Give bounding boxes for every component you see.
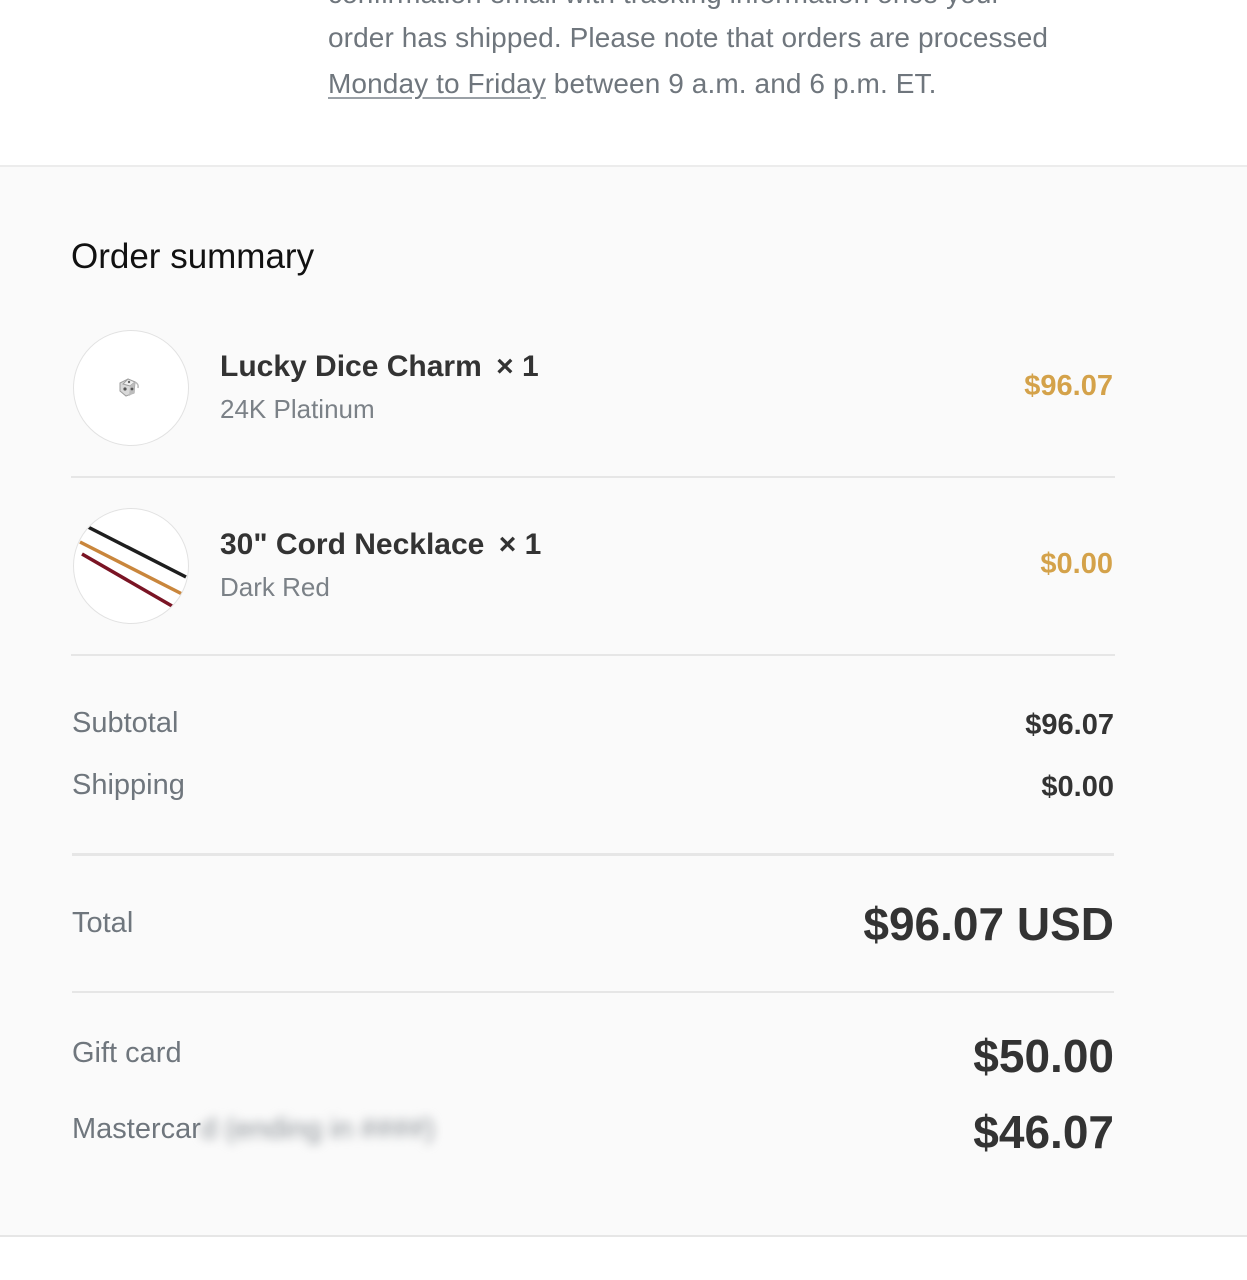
total-value: $96.07 USD	[863, 898, 1114, 950]
payment-row-gift-card: Gift card $50.00	[72, 1029, 1114, 1085]
page-footer-area	[0, 1237, 1247, 1280]
payment-method-label: Mastercard (ending in ####)	[72, 1113, 435, 1146]
payment-amount: $46.07	[973, 1106, 1114, 1158]
subtotal-row: Subtotal $96.07	[72, 705, 1114, 745]
business-days-link[interactable]: Monday to Friday	[328, 68, 546, 99]
divider	[72, 853, 1114, 856]
item-name: Lucky Dice Charm × 1	[220, 350, 539, 384]
note-line-hours: Monday to Friday between 9 a.m. and 6 p.…	[328, 68, 936, 100]
item-price: $0.00	[1040, 548, 1113, 580]
total-row: Total $96.07 USD	[72, 897, 1114, 957]
total-label: Total	[72, 907, 134, 939]
payment-row-mastercard: Mastercard (ending in ####) $46.07	[72, 1105, 1114, 1161]
note-line-partial: confirmation email with tracking informa…	[328, 0, 1001, 10]
item-name: 30" Cord Necklace × 1	[220, 528, 541, 562]
subtotal-value: $96.07	[1025, 709, 1114, 741]
dice-charm-image	[73, 330, 189, 446]
item-variant: 24K Platinum	[220, 394, 375, 424]
business-hours-text: between 9 a.m. and 6 p.m. ET.	[545, 68, 937, 99]
order-summary-title: Order summary	[71, 237, 315, 276]
cord-necklace-image	[73, 508, 189, 624]
card-brand-text: Mastercar	[72, 1113, 201, 1145]
item-variant: Dark Red	[220, 572, 330, 602]
item-quantity: × 1	[498, 528, 542, 561]
line-item: Lucky Dice Charm × 1 24K Platinum $96.07	[71, 300, 1115, 478]
item-name-text: 30" Cord Necklace	[220, 528, 485, 561]
divider	[72, 991, 1114, 993]
item-name-text: Lucky Dice Charm	[220, 350, 482, 383]
subtotal-label: Subtotal	[72, 707, 179, 739]
note-line: order has shipped. Please note that orde…	[328, 22, 1049, 53]
payment-method-label: Gift card	[72, 1037, 182, 1069]
shipping-row: Shipping $0.00	[72, 767, 1114, 807]
shipping-info-note: confirmation email with tracking informa…	[0, 0, 1247, 167]
order-summary-section: Order summary Lucky Dice Charm × 1 24K P…	[0, 167, 1247, 1235]
shipping-label: Shipping	[72, 769, 185, 801]
card-number-obscured: d (ending in ####)	[200, 1113, 435, 1145]
payment-amount: $50.00	[973, 1030, 1114, 1082]
shipping-value: $0.00	[1041, 771, 1114, 803]
item-quantity: × 1	[496, 350, 539, 383]
line-item: 30" Cord Necklace × 1 Dark Red $0.00	[71, 478, 1115, 656]
item-price: $96.07	[1024, 370, 1113, 402]
